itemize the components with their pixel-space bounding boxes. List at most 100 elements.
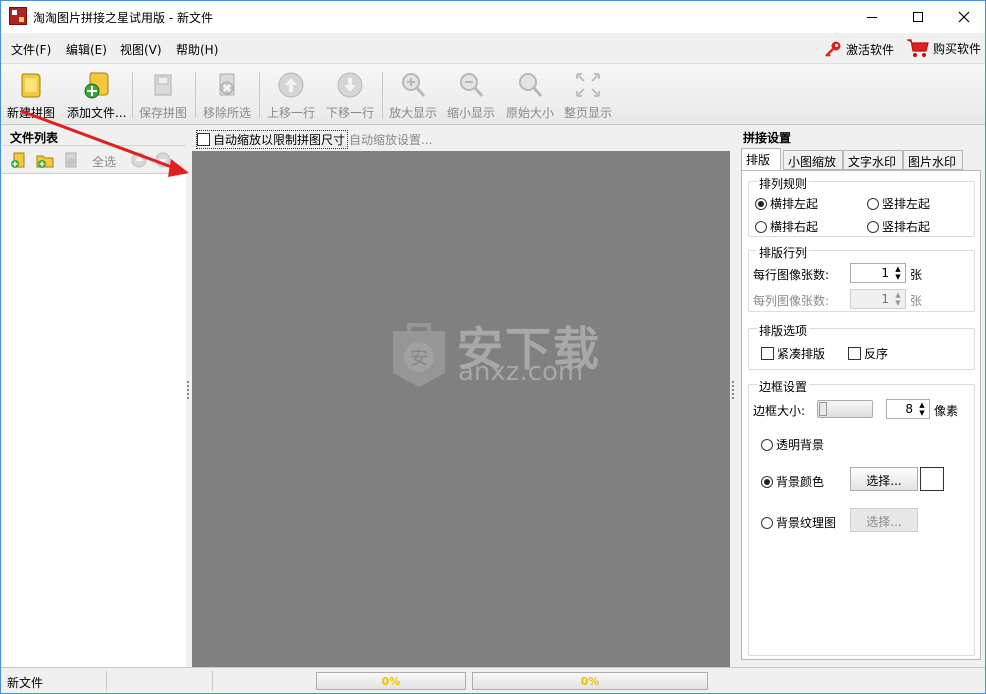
radio-transparent-bg[interactable]: 透明背景 xyxy=(761,436,824,453)
radio-label: 透明背景 xyxy=(776,438,825,452)
auto-fit-settings-link[interactable]: 自动缩放设置... xyxy=(349,131,432,148)
slider-thumb[interactable] xyxy=(819,402,827,416)
zoom-out-button[interactable]: 缩小显示 xyxy=(447,68,495,122)
radio-label: 横排右起 xyxy=(770,220,819,234)
border-size-value: 8 xyxy=(905,402,913,416)
tab-image-watermark[interactable]: 图片水印 xyxy=(903,150,963,170)
compact-label: 紧凑排版 xyxy=(777,347,826,361)
compact-layout-checkbox[interactable]: 紧凑排版 xyxy=(761,345,825,362)
per-col-label: 每列图像张数: xyxy=(753,294,830,308)
bg-color-swatch[interactable] xyxy=(920,467,944,491)
menu-file[interactable]: 文件(F) xyxy=(11,41,51,58)
save-puzzle-label: 保存拼图 xyxy=(139,106,188,120)
move-down-small-icon[interactable] xyxy=(154,151,172,169)
stepper-arrows-icon[interactable]: ▲ ▼ xyxy=(893,265,903,281)
buy-label: 购买软件 xyxy=(933,41,982,56)
border-size-unit: 像素 xyxy=(934,404,959,418)
settings-title: 拼接设置 xyxy=(743,131,792,145)
radio-bg-color[interactable]: 背景颜色 xyxy=(761,473,824,490)
maximize-button[interactable] xyxy=(895,1,941,33)
fit-page-icon xyxy=(576,73,600,97)
menu-view[interactable]: 视图(V) xyxy=(120,41,162,58)
menu-edit[interactable]: 编辑(E) xyxy=(66,41,107,58)
progress-bar-2: 0% xyxy=(472,672,708,690)
rows-cols-title: 排版行列 xyxy=(757,244,810,261)
radio-horizontal-left[interactable]: 横排左起 xyxy=(755,195,818,212)
radio-label: 横排左起 xyxy=(770,197,819,211)
per-row-stepper[interactable]: 1 ▲ ▼ xyxy=(850,263,906,283)
status-text: 新文件 xyxy=(7,676,44,690)
per-row-label: 每行图像张数: xyxy=(753,268,830,282)
border-size-stepper[interactable]: 8 ▲ ▼ xyxy=(886,399,930,419)
file-list[interactable] xyxy=(2,174,186,667)
per-col-stepper[interactable]: 1 ▲ ▼ xyxy=(850,289,906,309)
progress-bar-1: 0% xyxy=(316,672,466,690)
move-up-button[interactable]: 上移一行 xyxy=(267,68,315,122)
radio-label: 竖排左起 xyxy=(882,197,931,211)
radio-dot xyxy=(761,516,773,529)
radio-horizontal-right[interactable]: 横排右起 xyxy=(755,218,818,235)
checkbox-box xyxy=(848,347,861,360)
layout-options-group: 排版选项 紧凑排版 反序 xyxy=(748,322,975,370)
add-file-button[interactable]: 添加文件... xyxy=(67,68,126,122)
close-button[interactable] xyxy=(941,1,986,33)
add-image-icon[interactable] xyxy=(10,151,28,169)
settings-tabs: 排版 小图缩放 文字水印 图片水印 xyxy=(741,148,981,171)
tab-thumbnail-scaling[interactable]: 小图缩放 xyxy=(783,150,843,170)
radio-dot xyxy=(755,197,767,210)
menu-help[interactable]: 帮助(H) xyxy=(176,41,218,58)
move-up-label: 上移一行 xyxy=(267,106,316,120)
radio-vertical-left[interactable]: 竖排左起 xyxy=(867,195,930,212)
remove-selected-button[interactable]: 移除所选 xyxy=(203,68,251,122)
stepper-arrows-icon[interactable]: ▲ ▼ xyxy=(893,291,903,307)
watermark-domain: anxz.com xyxy=(458,357,584,387)
fit-page-button[interactable]: 整页显示 xyxy=(564,68,612,122)
add-folder-icon[interactable] xyxy=(36,151,54,169)
layout-tab-panel: 排列规则 横排左起 竖排左起 横排右起 竖排右起 排版行列 每行图像张数: 1 … xyxy=(741,170,981,660)
radio-label: 背景颜色 xyxy=(776,475,825,489)
border-size-slider[interactable] xyxy=(817,400,873,418)
right-splitter-handle[interactable] xyxy=(732,381,735,401)
stepper-arrows-icon[interactable]: ▲ ▼ xyxy=(917,401,927,417)
auto-fit-label: 自动缩放以限制拼图尺寸 xyxy=(213,133,346,147)
activate-software-button[interactable]: 激活软件 xyxy=(824,40,894,58)
left-splitter-handle[interactable] xyxy=(187,381,190,401)
per-col-unit: 张 xyxy=(910,294,923,308)
save-puzzle-button[interactable]: 保存拼图 xyxy=(139,68,187,122)
zoom-in-button[interactable]: 放大显示 xyxy=(389,68,437,122)
new-puzzle-button[interactable]: 新建拼图 xyxy=(7,68,55,122)
radio-label: 竖排右起 xyxy=(882,220,931,234)
checkbox-box xyxy=(761,347,774,360)
radio-vertical-right[interactable]: 竖排右起 xyxy=(867,218,930,235)
choose-color-button[interactable]: 选择... xyxy=(850,467,918,491)
status-separator xyxy=(106,671,107,691)
auto-fit-checkbox[interactable]: 自动缩放以限制拼图尺寸 xyxy=(196,130,349,149)
menu-bar: 文件(F) 编辑(E) 视图(V) 帮助(H) 激活软件 购买软件 xyxy=(1,33,985,63)
new-puzzle-label: 新建拼图 xyxy=(7,106,56,120)
select-all-button[interactable]: 全选 xyxy=(92,153,116,170)
remove-image-icon[interactable] xyxy=(62,151,80,169)
per-col-value: 1 xyxy=(881,292,889,306)
toolbar-separator xyxy=(382,72,383,118)
tab-text-watermark[interactable]: 文字水印 xyxy=(843,150,903,170)
move-up-small-icon[interactable] xyxy=(130,151,148,169)
radio-bg-texture[interactable]: 背景纹理图 xyxy=(761,514,836,531)
arrow-up-icon xyxy=(278,72,304,98)
title-bar: 淘淘图片拼接之星试用版 - 新文件 xyxy=(1,1,985,33)
choose-texture-button[interactable]: 选择... xyxy=(850,508,918,532)
minimize-button[interactable] xyxy=(849,1,895,33)
puzzle-canvas[interactable]: 安 安下载 anxz.com xyxy=(192,151,730,667)
magnifier-icon xyxy=(519,73,543,97)
tab-layout[interactable]: 排版 xyxy=(741,148,781,171)
move-down-button[interactable]: 下移一行 xyxy=(326,68,374,122)
layout-options-title: 排版选项 xyxy=(757,322,810,339)
watermark-glyph: 安 xyxy=(410,348,428,369)
file-list-panel: 文件列表 全选 xyxy=(2,125,186,667)
original-size-button[interactable]: 原始大小 xyxy=(506,68,554,122)
toolbar-separator xyxy=(195,72,196,118)
buy-software-button[interactable]: 购买软件 xyxy=(906,37,981,59)
reverse-label: 反序 xyxy=(864,347,889,361)
reverse-order-checkbox[interactable]: 反序 xyxy=(848,345,888,362)
zoom-out-label: 缩小显示 xyxy=(447,106,496,120)
minimize-icon xyxy=(867,16,877,18)
